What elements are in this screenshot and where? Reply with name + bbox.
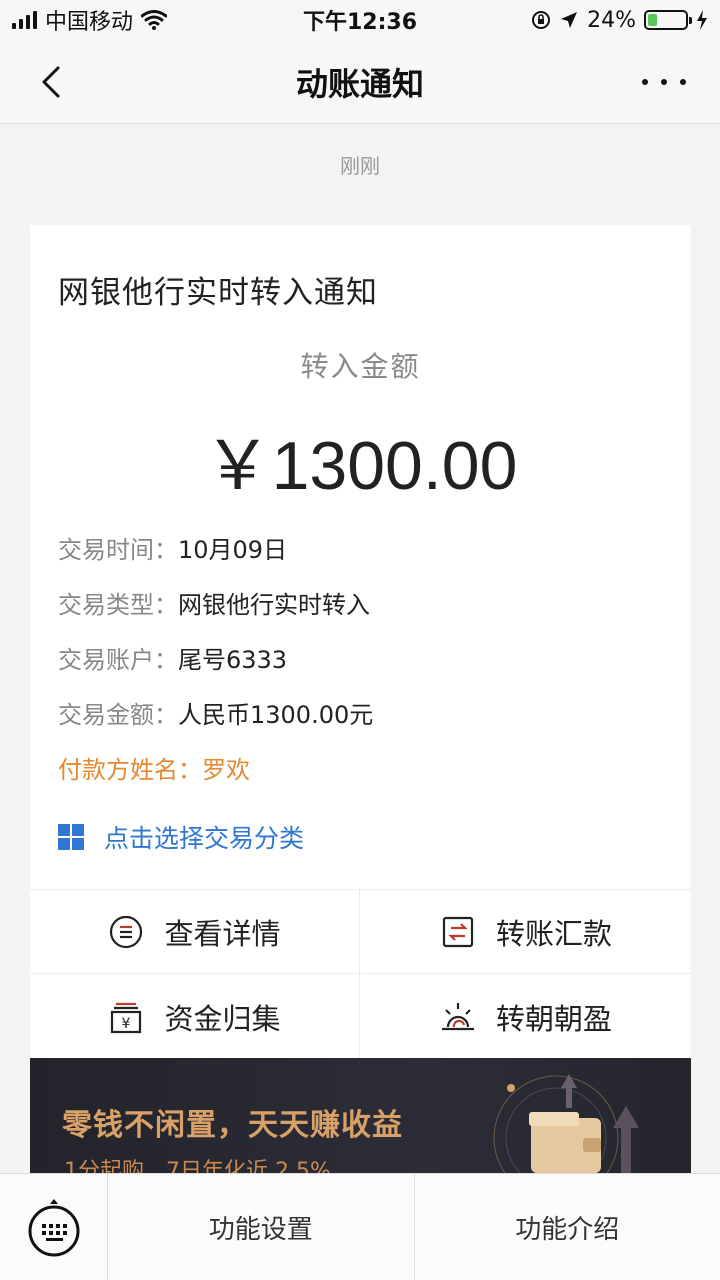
- status-right: 24%: [531, 8, 708, 33]
- action-grid: 查看详情 转账汇款 ¥ 资金归集 转朝朝盈: [30, 889, 691, 1059]
- detail-row-account: 交易账户： 尾号6333: [58, 640, 287, 675]
- bottom-bar: 功能设置 功能介绍: [0, 1173, 720, 1280]
- keyboard-icon: [28, 1199, 79, 1257]
- function-intro-button[interactable]: 功能介绍: [413, 1174, 720, 1280]
- carrier-label: 中国移动: [45, 10, 134, 35]
- detail-value: 尾号6333: [178, 646, 288, 674]
- detail-value: 10月09日: [178, 536, 288, 564]
- view-details-button[interactable]: 查看详情: [30, 890, 360, 974]
- status-left: 中国移动: [12, 4, 168, 36]
- notification-card: 网银他行实时转入通知 转入金额 ￥1300.00 交易时间： 10月09日 交易…: [30, 225, 691, 1060]
- transfer-button[interactable]: 转账汇款: [361, 890, 691, 974]
- status-bar: 中国移动 下午12:36 24%: [0, 0, 720, 40]
- charging-icon: [697, 10, 707, 30]
- svg-text:¥: ¥: [122, 1016, 131, 1032]
- amount-label: 转入金额: [300, 350, 421, 383]
- amount-value: ￥1300.00: [203, 428, 518, 504]
- keyboard-toggle-button[interactable]: [0, 1174, 108, 1280]
- detail-label: 交易账户：: [58, 646, 178, 674]
- detail-value: 网银他行实时转入: [178, 591, 370, 619]
- detail-label: 交易金额：: [58, 701, 178, 729]
- more-dots-icon[interactable]: [642, 68, 686, 96]
- banner-subtitle: 1分起购，7日年化近 2.5%: [64, 1159, 331, 1173]
- nav-bar: 动账通知: [0, 40, 720, 124]
- rotation-lock-icon: [532, 11, 551, 29]
- action-label: 资金归集: [164, 1002, 281, 1036]
- detail-value: 人民币1300.00元: [178, 701, 374, 729]
- signal-icon: [12, 11, 37, 29]
- wifi-icon: [141, 10, 168, 30]
- list-circle-icon: [110, 915, 143, 948]
- action-label: 转账汇款: [495, 916, 612, 951]
- detail-label: 交易类型：: [58, 591, 178, 619]
- page-title: 动账通知: [295, 64, 424, 103]
- detail-row-type: 交易类型： 网银他行实时转入: [58, 585, 370, 620]
- sunrise-icon: [441, 1003, 474, 1031]
- fund-collection-button[interactable]: ¥ 资金归集: [30, 975, 360, 1059]
- action-label: 转朝朝盈: [495, 1002, 612, 1036]
- location-icon: [561, 12, 578, 28]
- select-category-link[interactable]: 点击选择交易分类: [58, 819, 304, 855]
- promo-banner[interactable]: 零钱不闲置，天天赚收益 1分起购，7日年化近 2.5%: [30, 1058, 691, 1173]
- detail-label: 交易时间：: [58, 536, 178, 564]
- banner-title: 零钱不闲置，天天赚收益: [62, 1108, 403, 1143]
- payer-label: 付款方姓名：: [58, 756, 202, 784]
- zhaozhaoying-button[interactable]: 转朝朝盈: [361, 975, 691, 1059]
- battery-icon: [644, 10, 692, 30]
- wallet-illustration-icon: [493, 1074, 639, 1173]
- message-timestamp: 刚刚: [340, 154, 380, 178]
- battery-fill: [648, 14, 657, 26]
- chevron-left-icon[interactable]: [34, 64, 70, 100]
- yuan-box-icon: ¥: [111, 1002, 142, 1034]
- function-settings-button[interactable]: 功能设置: [108, 1174, 414, 1280]
- detail-row-payer: 付款方姓名： 罗欢: [58, 750, 250, 785]
- battery-percent: 24%: [587, 7, 636, 33]
- category-link-label: 点击选择交易分类: [104, 824, 305, 853]
- payer-name: 罗欢: [202, 756, 250, 784]
- card-title: 网银他行实时转入通知: [58, 275, 378, 311]
- detail-row-time: 交易时间： 10月09日: [58, 530, 287, 565]
- detail-row-amount: 交易金额： 人民币1300.00元: [58, 695, 373, 730]
- grid-icon: [58, 824, 84, 850]
- transfer-icon: [442, 916, 474, 947]
- action-label: 查看详情: [164, 916, 281, 951]
